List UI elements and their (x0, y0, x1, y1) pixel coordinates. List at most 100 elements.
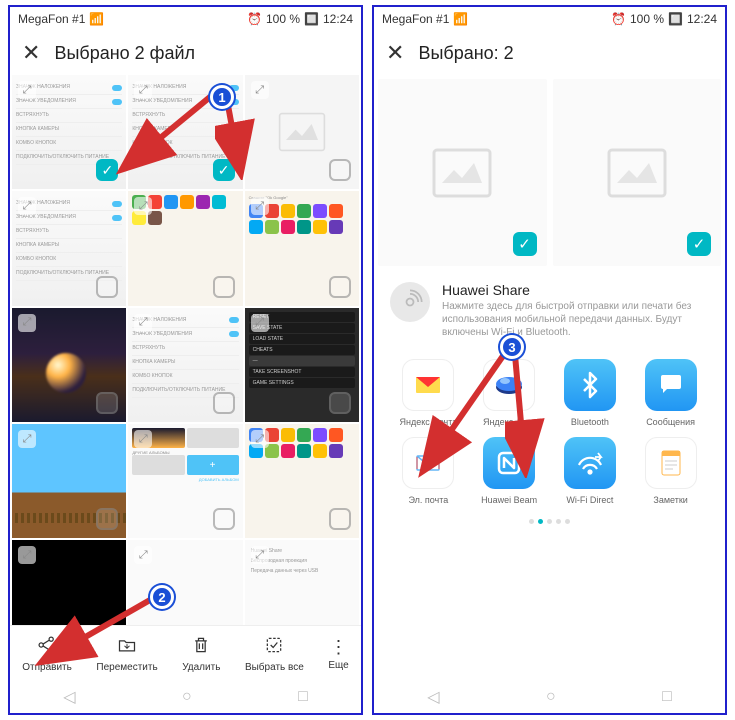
carrier-label: MegaFon #1 (382, 12, 449, 26)
thumbnail[interactable]: ⤢ (245, 75, 359, 189)
folder-icon (117, 635, 137, 660)
send-button[interactable]: Отправить (22, 635, 72, 673)
move-button[interactable]: Переместить (96, 635, 157, 673)
checkbox-checked-icon[interactable]: ✓ (687, 232, 711, 256)
battery-icon: 🔲 (304, 12, 319, 26)
share-wifi-direct[interactable]: Wi-Fi Direct (552, 437, 629, 505)
thumbnail[interactable]: ⤢ ЗНАЧОК НАЛОЖЕНИЯ ЗНАЧОК УВЕДОМЛЕНИЯ ВС… (128, 308, 242, 422)
phone-screenshot-right: MegaFon #1 📶 ⏰ 100 % 🔲 12:24 ✕ Выбрано: … (372, 5, 727, 715)
nav-home-icon[interactable]: ○ (546, 688, 556, 706)
expand-icon: ⤢ (134, 314, 152, 332)
header: ✕ Выбрано 2 файл (10, 31, 361, 75)
annotation-badge-2: 2 (150, 585, 174, 609)
nav-home-icon[interactable]: ○ (182, 688, 192, 706)
checkbox-icon[interactable] (96, 508, 118, 530)
checkbox-icon[interactable] (96, 276, 118, 298)
yandex-disk-icon (483, 359, 535, 411)
page-indicator (390, 519, 709, 524)
share-huawei-beam[interactable]: Huawei Beam (471, 437, 548, 505)
nav-recent-icon[interactable]: □ (662, 688, 672, 706)
expand-icon: ⤢ (251, 197, 269, 215)
share-notes[interactable]: Заметки (632, 437, 709, 505)
nav-back-icon[interactable]: ◁ (63, 687, 75, 707)
navigation-bar: ◁ ○ □ (374, 681, 725, 713)
expand-icon: ⤢ (18, 546, 36, 564)
expand-icon: ⤢ (251, 430, 269, 448)
status-bar: MegaFon #1 📶 ⏰ 100 % 🔲 12:24 (374, 7, 725, 31)
thumbnail[interactable]: ⤢ ЗНАЧОК НАЛОЖЕНИЯ ЗНАЧОК УВЕДОМЛЕНИЯ ВС… (12, 191, 126, 305)
nav-back-icon[interactable]: ◁ (427, 687, 439, 707)
email-icon (402, 437, 454, 489)
select-all-button[interactable]: Выбрать все (245, 635, 304, 673)
radar-icon (390, 282, 430, 322)
share-yandex-disk[interactable]: Яндекс.Диск (471, 359, 548, 427)
checkbox-icon[interactable] (213, 508, 235, 530)
checkbox-icon[interactable] (329, 392, 351, 414)
checkbox-icon[interactable] (213, 276, 235, 298)
expand-icon: ⤢ (18, 81, 36, 99)
thumbnail[interactable]: ⤢ (12, 424, 126, 538)
expand-icon: ⤢ (18, 197, 36, 215)
expand-icon: ⤢ (251, 81, 269, 99)
phone-screenshot-left: MegaFon #1 📶 ⏰ 100 % 🔲 12:24 ✕ Выбрано 2… (8, 5, 363, 715)
page-title: Выбрано: 2 (418, 43, 513, 64)
thumbnail[interactable]: ⤢ ЗНАЧОК НАЛОЖЕНИЯ ЗНАЧОК УВЕДОМЛЕНИЯ ВС… (12, 75, 126, 189)
thumbnail[interactable]: ⤢ (245, 424, 359, 538)
expand-icon: ⤢ (18, 430, 36, 448)
yandex-mail-icon (402, 359, 454, 411)
alarm-icon: ⏰ (611, 12, 626, 26)
nav-recent-icon[interactable]: □ (298, 688, 308, 706)
signal-icon: 📶 (89, 12, 104, 26)
share-messages[interactable]: Сообщения (632, 359, 709, 427)
expand-icon: ⤢ (251, 546, 269, 564)
thumbnail[interactable]: ✓ (378, 79, 547, 266)
checkbox-icon[interactable] (329, 508, 351, 530)
header: ✕ Выбрано: 2 (374, 31, 725, 75)
select-all-icon (264, 635, 284, 660)
huawei-share-title: Huawei Share (442, 282, 709, 298)
checkbox-icon[interactable] (329, 276, 351, 298)
thumbnail[interactable]: ⤢ (12, 308, 126, 422)
expand-icon: ⤢ (134, 81, 152, 99)
huawei-share-desc: Нажмите здесь для быстрой отправки или п… (442, 300, 709, 339)
bottom-toolbar: Отправить Переместить Удалить Выбрать вс… (10, 625, 361, 681)
battery-label: 100 % (630, 12, 664, 26)
close-icon[interactable]: ✕ (386, 40, 404, 66)
notes-icon (645, 437, 697, 489)
expand-icon: ⤢ (18, 314, 36, 332)
bluetooth-icon (564, 359, 616, 411)
alarm-icon: ⏰ (247, 12, 262, 26)
checkbox-icon[interactable] (329, 159, 351, 181)
checkbox-checked-icon[interactable]: ✓ (96, 159, 118, 181)
time-label: 12:24 (687, 12, 717, 26)
status-bar: MegaFon #1 📶 ⏰ 100 % 🔲 12:24 (10, 7, 361, 31)
share-yandex-mail[interactable]: Яндекс.Почта (390, 359, 467, 427)
checkbox-icon[interactable] (96, 392, 118, 414)
delete-button[interactable]: Удалить (182, 635, 220, 673)
thumbnail[interactable]: ⤢ (128, 191, 242, 305)
checkbox-checked-icon[interactable]: ✓ (513, 232, 537, 256)
more-icon: ⋮ (330, 637, 348, 658)
time-label: 12:24 (323, 12, 353, 26)
more-button[interactable]: ⋮ Еще (328, 637, 348, 671)
share-app-grid: Яндекс.Почта Яндекс.Диск Bluetooth Сообщ… (390, 359, 709, 505)
expand-icon: ⤢ (134, 197, 152, 215)
annotation-badge-1: 1 (210, 85, 234, 109)
share-panel: Huawei Share Нажмите здесь для быстрой о… (374, 270, 725, 536)
thumbnail[interactable]: ⤢ RESET SAVE STATE LOAD STATE CHEATS — T… (245, 308, 359, 422)
expand-icon: ⤢ (134, 546, 152, 564)
share-icon (37, 635, 57, 660)
share-email[interactable]: Эл. почта (390, 437, 467, 505)
close-icon[interactable]: ✕ (22, 40, 40, 66)
thumbnail[interactable]: ⤢ Скажите "Ok Google" (245, 191, 359, 305)
checkbox-checked-icon[interactable]: ✓ (213, 159, 235, 181)
share-bluetooth[interactable]: Bluetooth (552, 359, 629, 427)
huawei-share-row[interactable]: Huawei Share Нажмите здесь для быстрой о… (390, 282, 709, 339)
thumbnail[interactable]: ⤢ ДРУГИЕ АЛЬБОМЫ + ДОБАВИТЬ АЛЬБОМ (128, 424, 242, 538)
selected-thumbnails: ✓ ✓ (374, 75, 725, 270)
expand-icon: ⤢ (134, 430, 152, 448)
page-title: Выбрано 2 файл (54, 43, 195, 64)
navigation-bar: ◁ ○ □ (10, 681, 361, 713)
checkbox-icon[interactable] (213, 392, 235, 414)
thumbnail[interactable]: ✓ (553, 79, 722, 266)
